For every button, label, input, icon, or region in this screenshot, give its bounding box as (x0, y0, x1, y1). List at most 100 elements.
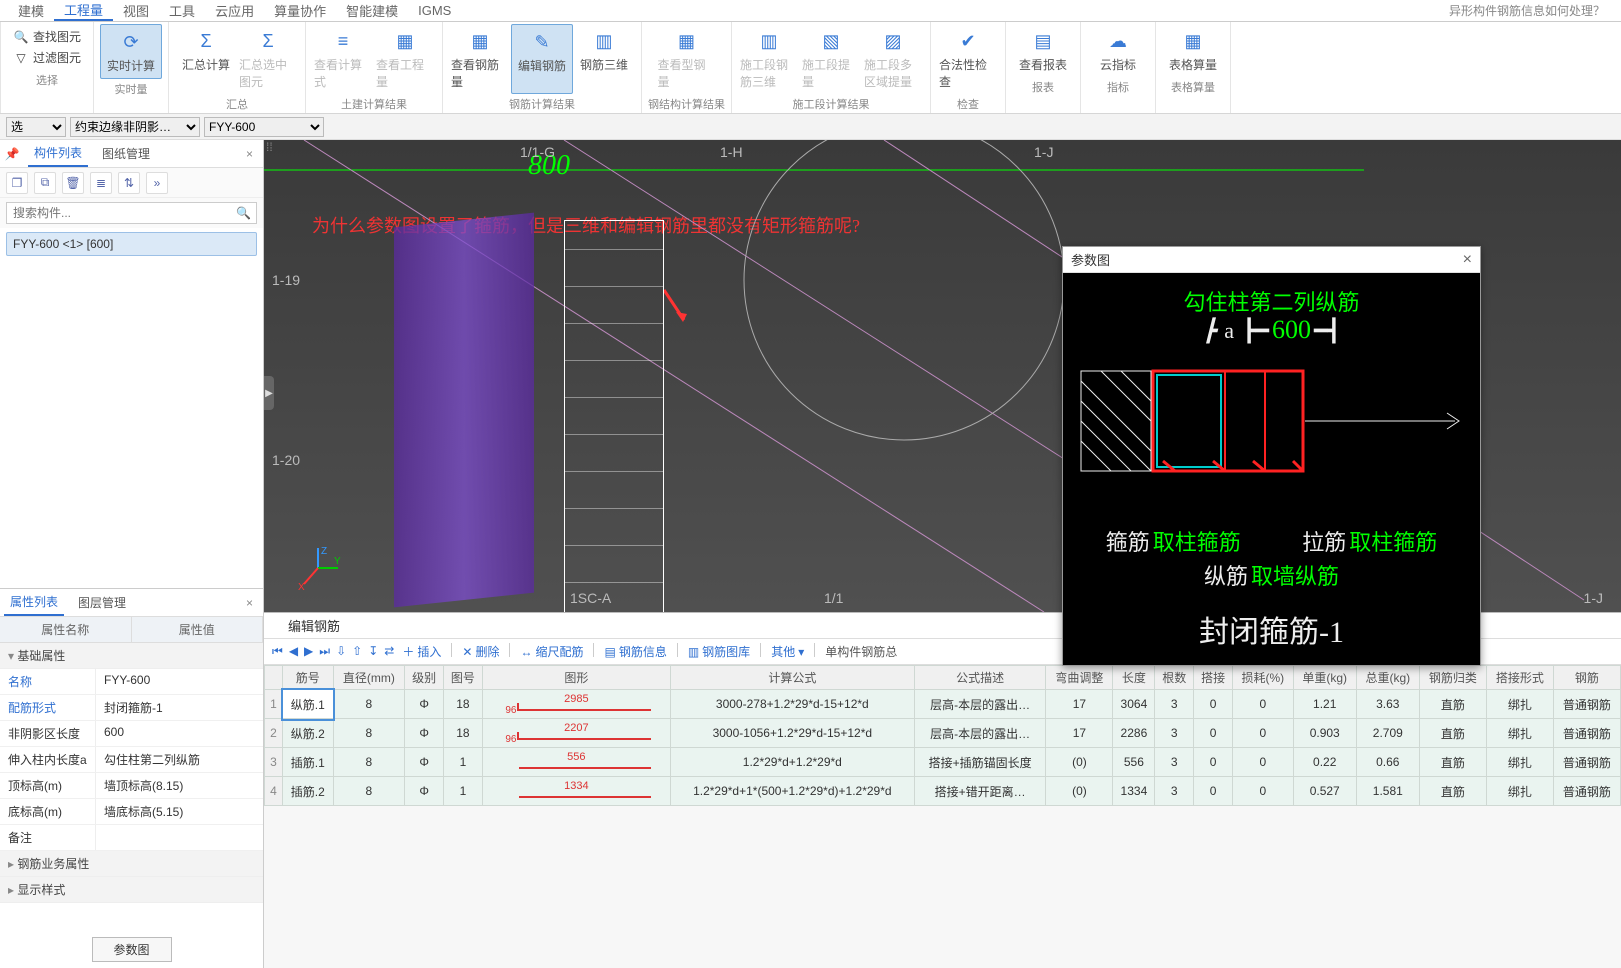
cell[interactable]: 0.903 (1293, 719, 1356, 748)
axis-gizmo[interactable]: Z Y X (294, 544, 342, 592)
prop-value[interactable]: 600 (96, 721, 263, 746)
delete-icon[interactable]: 🗑 (62, 172, 84, 194)
ribbon-6-0[interactable]: ✔合法性检查 (937, 24, 999, 94)
cell[interactable]: 4 (265, 777, 283, 806)
cell[interactable]: 0 (1232, 690, 1293, 719)
tab-properties[interactable]: 属性列表 (4, 589, 64, 616)
col-5[interactable]: 图形 (482, 666, 670, 690)
col-0[interactable] (265, 666, 283, 690)
col-6[interactable]: 计算公式 (670, 666, 914, 690)
menu-2[interactable]: 视图 (113, 1, 159, 20)
cell[interactable]: 8 (333, 719, 405, 748)
sort-icon[interactable]: ⇅ (118, 172, 140, 194)
menu-6[interactable]: 智能建模 (336, 1, 408, 20)
cell[interactable]: 1 (265, 690, 283, 719)
search-icon[interactable]: 🔍 (236, 206, 251, 220)
cell[interactable]: 普通钢筋 (1553, 777, 1620, 806)
ribbon-3-2[interactable]: ▥钢筋三维 (573, 24, 635, 94)
cell[interactable]: Φ (405, 748, 444, 777)
cell[interactable]: 0 (1194, 719, 1233, 748)
cell[interactable]: 2.709 (1356, 719, 1419, 748)
cell[interactable]: 纵筋.1 (283, 690, 334, 719)
cell[interactable]: 8 (333, 777, 405, 806)
cell[interactable]: 3.63 (1356, 690, 1419, 719)
param-window[interactable]: 参数图 × 勾住柱第二列纵筋 ┣ a ┣━ 600 ━┫ (1062, 246, 1481, 666)
prop-value[interactable]: 墙顶标高(8.15) (96, 773, 263, 798)
edit-tool-5[interactable]: 其他 ▾ (771, 643, 804, 660)
prop-value[interactable]: 墙底标高(5.15) (96, 799, 263, 824)
ribbon-7-0[interactable]: ▤查看报表 (1012, 24, 1074, 77)
nav-icon-0[interactable]: ⏮ (272, 644, 283, 659)
cell[interactable]: 17 (1046, 690, 1113, 719)
more-icon[interactable]: » (146, 172, 168, 194)
col-7[interactable]: 公式描述 (914, 666, 1046, 690)
cell[interactable]: 纵筋.2 (283, 719, 334, 748)
cell[interactable]: 1334 (1113, 777, 1155, 806)
cell[interactable]: 220796 (482, 719, 670, 748)
cell[interactable]: 插筋.2 (283, 777, 334, 806)
table-row[interactable]: 2纵筋.28Φ182207963000-1056+1.2*29*d-15+12*… (265, 719, 1621, 748)
group-biz[interactable]: 钢筋业务属性 (0, 851, 263, 877)
tab-drawing-manage[interactable]: 图纸管理 (96, 141, 156, 166)
menu-3[interactable]: 工具 (159, 1, 205, 20)
nav-icon-4[interactable]: ⇩ (336, 644, 346, 659)
close-icon[interactable]: × (240, 147, 259, 161)
cell[interactable]: 0 (1194, 777, 1233, 806)
cell[interactable]: 直筋 (1419, 748, 1486, 777)
edit-tool-0[interactable]: ＋插入 (402, 643, 441, 660)
ribbon-1-0[interactable]: Σ汇总计算 (175, 24, 237, 94)
close-icon[interactable]: × (1463, 251, 1472, 269)
col-11[interactable]: 搭接 (1194, 666, 1233, 690)
cell[interactable]: 普通钢筋 (1553, 719, 1620, 748)
menu-5[interactable]: 算量协作 (264, 1, 336, 20)
cell[interactable]: 18 (444, 690, 483, 719)
col-13[interactable]: 单重(kg) (1293, 666, 1356, 690)
prop-value[interactable]: FYY-600 (96, 669, 263, 694)
layers-icon[interactable]: ≣ (90, 172, 112, 194)
tree-item-fyy600[interactable]: FYY-600 <1> [600] (6, 232, 257, 256)
ribbon-3-1[interactable]: ✎编辑钢筋 (511, 24, 573, 94)
col-9[interactable]: 长度 (1113, 666, 1155, 690)
ribbon-9-0[interactable]: ▦表格算量 (1162, 24, 1224, 77)
cell[interactable]: Φ (405, 690, 444, 719)
copy-icon[interactable]: ⧉ (34, 172, 56, 194)
col-3[interactable]: 级别 (405, 666, 444, 690)
cell[interactable]: 直筋 (1419, 690, 1486, 719)
edit-tool-6[interactable]: 单构件钢筋总 (825, 643, 897, 660)
cell[interactable]: 17 (1046, 719, 1113, 748)
cell[interactable]: 3 (1155, 690, 1194, 719)
sub-dd-2[interactable]: 约束边缘非阴影… (70, 117, 200, 137)
param-diagram-button[interactable]: 参数图 (92, 937, 172, 962)
pin-icon[interactable]: 📌 (4, 146, 20, 162)
group-display[interactable]: 显示样式 (0, 877, 263, 903)
cell[interactable]: 1334 (482, 777, 670, 806)
steel-table[interactable]: 筋号直径(mm)级别图号图形计算公式公式描述弯曲调整长度根数搭接损耗(%)单重(… (264, 665, 1621, 806)
cell[interactable]: 0.22 (1293, 748, 1356, 777)
find-element-button[interactable]: 🔍查找图元 (13, 28, 81, 45)
col-1[interactable]: 筋号 (283, 666, 334, 690)
menu-1[interactable]: 工程量 (54, 0, 113, 21)
sub-dd-1[interactable]: 选 (6, 117, 66, 137)
cell[interactable]: 直筋 (1419, 719, 1486, 748)
cell[interactable]: 插筋.1 (283, 748, 334, 777)
group-basic[interactable]: 基础属性 (0, 643, 263, 669)
cell[interactable]: 556 (1113, 748, 1155, 777)
table-row[interactable]: 4插筋.28Φ113341.2*29*d+1*(500+1.2*29*d)+1.… (265, 777, 1621, 806)
col-10[interactable]: 根数 (1155, 666, 1194, 690)
cell[interactable]: 绑扎 (1486, 690, 1553, 719)
col-2[interactable]: 直径(mm) (333, 666, 405, 690)
cell[interactable]: 1.2*29*d+1*(500+1.2*29*d)+1.2*29*d (670, 777, 914, 806)
cell[interactable]: 1 (444, 748, 483, 777)
cell[interactable]: 2 (265, 719, 283, 748)
cell[interactable]: (0) (1046, 777, 1113, 806)
ribbon-3-0[interactable]: ▦查看钢筋量 (449, 24, 511, 94)
col-15[interactable]: 钢筋归类 (1419, 666, 1486, 690)
cell[interactable]: 8 (333, 690, 405, 719)
cell[interactable]: 1.2*29*d+1.2*29*d (670, 748, 914, 777)
col-17[interactable]: 钢筋 (1553, 666, 1620, 690)
tab-component-list[interactable]: 构件列表 (28, 140, 88, 167)
menu-4[interactable]: 云应用 (205, 1, 264, 20)
edit-tool-3[interactable]: ▤钢筋信息 (604, 643, 666, 660)
cell[interactable]: 绑扎 (1486, 777, 1553, 806)
cell[interactable]: 3 (1155, 748, 1194, 777)
